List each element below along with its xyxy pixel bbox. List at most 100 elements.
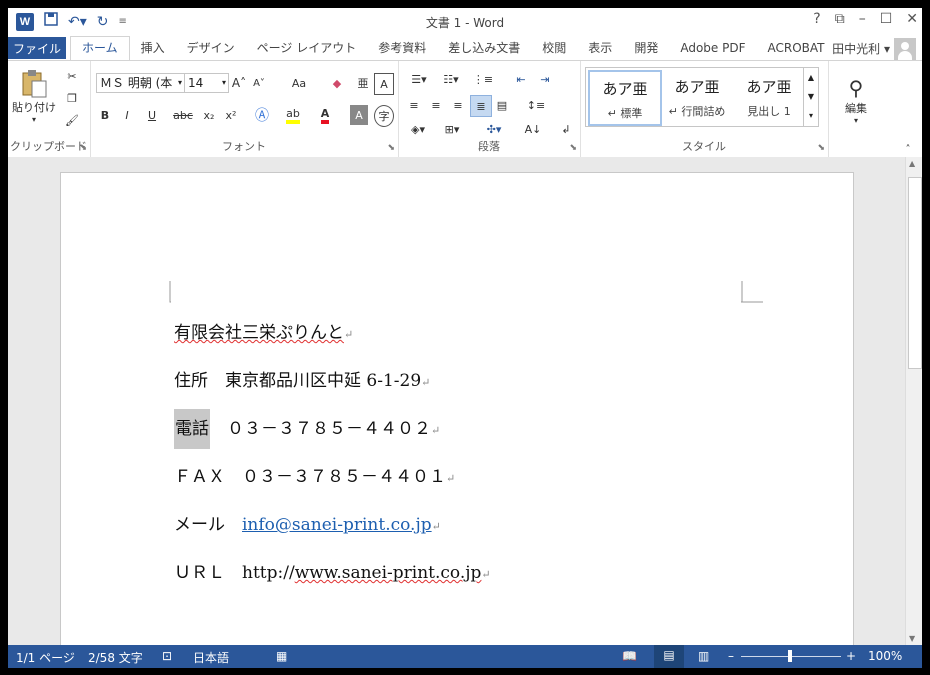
style-heading-1[interactable]: あア亜 見出し 1 [734,70,804,122]
word-window: W ↶▾ ↻ ≡ 文書 1 - Word ? ⧉ – ☐ ✕ ファイル ホーム挿… [8,8,922,668]
paragraph-label: 段落 [478,140,500,153]
tab-8[interactable]: 開発 [623,36,669,60]
copy-button[interactable]: ❐ [62,89,82,107]
line-spacing-icon[interactable]: ↕≡ [522,95,550,115]
styles-label: スタイル [682,140,726,153]
page-count[interactable]: 1/1 ページ [16,649,75,666]
scroll-down-icon[interactable]: ▼ [909,634,915,643]
subscript-button[interactable]: x₂ [200,105,218,125]
clear-formatting-icon[interactable]: ◆ [328,73,346,93]
enclose-characters-icon[interactable]: 字 [374,105,394,127]
avatar[interactable] [894,38,916,60]
increase-indent-icon[interactable]: ⇥ [534,69,556,89]
style-no-spacing[interactable]: あア亜 ↵ 行間詰め [662,70,732,122]
tab-1[interactable]: 挿入 [130,36,176,60]
distributed-icon[interactable]: ▤ [492,95,512,115]
zoom-slider-thumb[interactable] [788,650,792,662]
tab-0[interactable]: ホーム [70,36,130,61]
numbering-icon[interactable]: ☷▾ [436,69,466,89]
cut-button[interactable]: ✂ [62,67,82,85]
character-shading-icon[interactable]: A [350,105,368,125]
font-color-icon[interactable]: A [312,105,338,125]
text-effects-icon[interactable]: Ⓐ [250,105,274,125]
tab-4[interactable]: 参考資料 [367,36,437,60]
close-button[interactable]: ✕ [906,11,918,27]
doc-line-address: 住所 東京都品川区中延 6‐1‐29↵ [174,366,430,391]
font-name-box[interactable]: ＭＳ 明朝 (本 ▾ [96,73,185,93]
scroll-up-icon[interactable]: ▲ [909,159,915,168]
doc-line-phone: 電話 ０３－３７８５－４４０２↵ [174,409,441,449]
dialog-launcher-icon[interactable]: ⬊ [79,143,87,153]
shrink-font-button[interactable]: A˅ [250,73,268,93]
italic-button[interactable]: I [118,105,136,125]
user-name[interactable]: 田中光利 ▾ [832,40,890,57]
document-page[interactable]: 有限会社三栄ぷりんと ↵ 住所 東京都品川区中延 6‐1‐29↵ 電話 ０３－３７… [60,172,854,654]
minimize-button[interactable]: – [859,11,866,27]
align-left-icon[interactable]: ≡ [404,95,424,115]
dialog-launcher-icon[interactable]: ⬊ [387,143,395,153]
tab-3[interactable]: ページ レイアウト [246,36,368,60]
macro-icon[interactable]: ▦ [276,649,287,663]
superscript-button[interactable]: x² [222,105,240,125]
change-case-button[interactable]: Aa [284,73,314,93]
word-count[interactable]: 2/58 文字 [88,649,143,666]
tab-9[interactable]: Adobe PDF [669,36,756,60]
tab-6[interactable]: 校閲 [531,36,577,60]
collapse-ribbon-icon[interactable]: ˄ [900,143,916,155]
align-right-icon[interactable]: ≡ [448,95,468,115]
bold-button[interactable]: B [96,105,114,125]
east-asian-layout-icon[interactable]: ✣▾ [480,119,508,139]
url-text: www.sanei-print.co.jp [294,563,482,583]
multilevel-list-icon[interactable]: ⋮≡ [468,69,498,89]
character-border-icon[interactable]: A [374,73,394,95]
align-center-icon[interactable]: ≡ [426,95,446,115]
paragraph-mark: ↵ [446,472,456,485]
sort-icon[interactable]: A↓ [522,119,544,139]
help-button[interactable]: ? [813,11,820,27]
find-button[interactable]: ⚲ 編集 ▾ [836,69,876,131]
font-group: ＭＳ 明朝 (本 ▾ 14 ▾ A˄ A˅ Aa ◆ 亜 A B I U abc x… [90,61,399,157]
styles-scroll[interactable]: ▲ ▼ ▾ [803,68,818,126]
read-mode-icon[interactable]: 📖 [622,649,637,663]
zoom-out-button[interactable]: – [728,649,734,663]
font-size-box[interactable]: 14 ▾ [184,73,229,93]
paste-button[interactable]: 貼り付け ▾ [12,67,56,125]
tab-7[interactable]: 表示 [577,36,623,60]
scrollbar-thumb[interactable] [908,177,922,369]
editing-label: 編集 [845,101,867,115]
strikethrough-button[interactable]: abc [170,105,196,125]
language[interactable]: 日本語 [193,649,229,666]
style-sample: あア亜 [746,78,792,96]
justify-icon[interactable]: ≣ [470,95,492,117]
zoom-level[interactable]: 100% [868,649,902,663]
paste-label: 貼り付け [12,100,56,114]
vertical-scrollbar[interactable]: ▲ ▼ [905,157,922,645]
tab-5[interactable]: 差し込み文書 [437,36,531,60]
tab-10[interactable]: ACROBAT [756,36,835,60]
email-link[interactable]: info@sanei-print.co.jp [242,515,432,535]
bullets-icon[interactable]: ☰▾ [404,69,434,89]
binoculars-icon: ⚲ [848,75,864,100]
highlight-color-icon[interactable]: ab [280,105,306,125]
borders-icon[interactable]: ⊞▾ [438,119,466,139]
decrease-indent-icon[interactable]: ⇤ [510,69,532,89]
ribbon-display-button[interactable]: ⧉ [835,11,845,27]
underline-button[interactable]: U [140,105,164,125]
phonetic-guide-icon[interactable]: 亜 [354,73,372,93]
print-layout-icon[interactable]: ▤ [654,645,684,668]
style-normal[interactable]: あア亜 ↵ 標準 [588,70,662,126]
paragraph-mark: ↵ [431,424,441,437]
shading-icon[interactable]: ◈▾ [404,119,432,139]
dialog-launcher-icon[interactable]: ⬊ [569,143,577,153]
maximize-button[interactable]: ☐ [880,11,893,27]
zoom-in-button[interactable]: + [846,649,856,663]
format-painter-button[interactable]: 🖌 [62,111,82,129]
proofing-icon[interactable]: ⊡ [162,649,172,663]
tab-file[interactable]: ファイル [8,37,66,59]
tab-2[interactable]: デザイン [176,36,246,60]
show-marks-icon[interactable]: ↲ [556,119,576,139]
dialog-launcher-icon[interactable]: ⬊ [817,143,825,153]
web-layout-icon[interactable]: ▥ [698,649,709,663]
grow-font-button[interactable]: A˄ [230,73,248,93]
company-name: 有限会社三栄ぷりんと [174,323,344,343]
